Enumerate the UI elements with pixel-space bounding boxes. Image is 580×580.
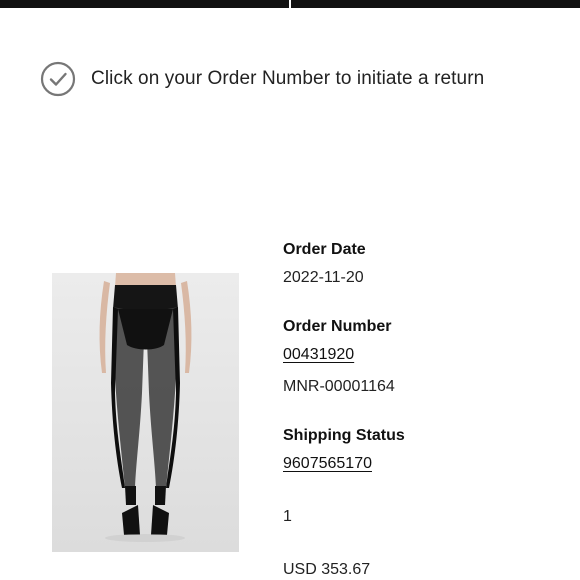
tracking-number-link[interactable]: 9607565170 [283,455,372,473]
notice-message: Click on your Order Number to initiate a… [91,68,485,89]
order-date-value: 2022-11-20 [283,269,364,286]
top-bar-divider [289,0,291,8]
quantity-value: 1 [283,508,292,525]
order-date-label: Order Date [283,241,366,258]
top-bar [0,0,580,8]
check-circle-icon [40,61,76,97]
order-number-label: Order Number [283,318,392,335]
shipping-status-label: Shipping Status [283,427,405,444]
leggings-photo [52,273,239,552]
product-image[interactable] [52,273,239,552]
return-notice: Click on your Order Number to initiate a… [40,61,484,97]
price-value: USD 353.67 [283,561,371,578]
return-number: MNR-00001164 [283,378,395,395]
order-number-link[interactable]: 00431920 [283,346,354,364]
